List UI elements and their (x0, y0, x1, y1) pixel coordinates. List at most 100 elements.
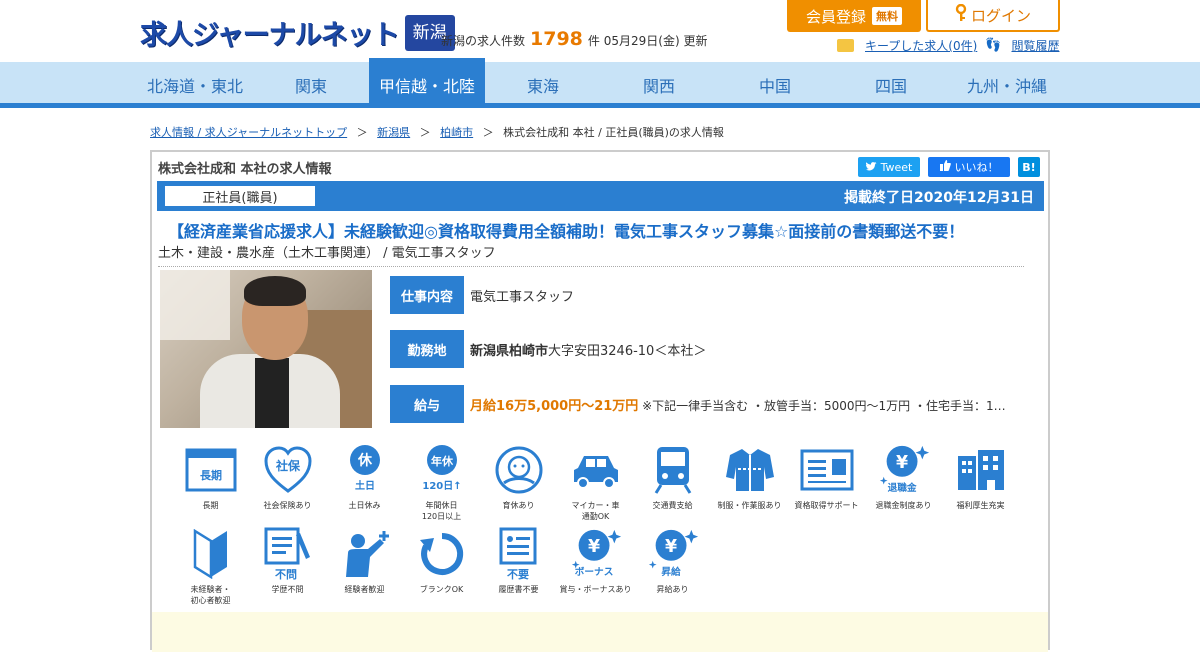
social-insurance-icon: 社保 (260, 442, 316, 498)
nav-item[interactable]: 甲信越・北陸 (369, 58, 485, 108)
job-status-bar: 正社員(職員) 掲載終了日2020年12月31日 (157, 181, 1044, 211)
twitter-bird-icon (865, 161, 877, 174)
breadcrumb-sep: ＞ (482, 126, 494, 139)
info-value: 電気工事スタッフ (470, 289, 575, 305)
feature-item: ¥ 昇給昇給あり (634, 526, 711, 610)
bottom-section (152, 612, 1048, 652)
free-badge: 無料 (872, 7, 902, 25)
feature-icons: 長期 長期 社保 社会保険あり休土日 土日休み 年休 120日↑ 年間休日 120日以上 育休あ… (172, 442, 1032, 610)
raise-icon: ¥ 昇給 (645, 526, 701, 582)
feature-label: 交通費支給 (652, 501, 693, 510)
breadcrumb-sep: ＞ (356, 126, 368, 139)
svg-text:不要: 不要 (507, 568, 529, 581)
svg-text:休: 休 (357, 452, 373, 469)
feature-label: 履歴書不要 (498, 585, 539, 594)
feature-label: 賞与・ボーナスあり (559, 585, 632, 594)
info-label: 給与 (390, 385, 464, 423)
nav-item[interactable]: 北海道・東北 (137, 62, 253, 108)
svg-text:社保: 社保 (274, 458, 300, 473)
job-category: 土木・建設・農水産（土木工事関連） / 電気工事スタッフ (158, 246, 496, 261)
uniform-icon (722, 442, 778, 498)
employment-type: 正社員(職員) (165, 186, 315, 206)
svg-text:年休: 年休 (431, 454, 454, 468)
breadcrumb-item-prefecture[interactable]: 新潟県 (377, 126, 410, 139)
beginner-icon (183, 526, 239, 582)
svg-text:不問: 不問 (275, 568, 297, 581)
long-term-icon: 長期 (183, 442, 239, 498)
feature-item: 不問 学歴不問 (249, 526, 326, 610)
job-detail-panel: 株式会社成和 本社の求人情報 Tweet いいね！ B! 正社員(職員) 掲載終… (150, 150, 1050, 652)
svg-text:昇給: 昇給 (661, 566, 681, 578)
feature-item: 制服・作業服あり (711, 442, 788, 526)
feature-label: マイカー・車 通勤OK (571, 501, 620, 521)
feature-item: 未経験者・ 初心者歓迎 (172, 526, 249, 610)
info-row-salary: 給与 月給16万5,000円～21万円 ※下記一律手当含む ・放管手当：5000… (390, 385, 1006, 423)
feature-label: ブランクOK (419, 585, 464, 594)
breadcrumb-item-city[interactable]: 柏崎市 (440, 126, 473, 139)
bonus-icon: ¥ ボーナス (568, 526, 624, 582)
feature-label: 長期 (202, 501, 219, 510)
nav-item[interactable]: 四国 (833, 62, 949, 108)
nav-item[interactable]: 中国 (717, 62, 833, 108)
hatena-bookmark-button[interactable]: B! (1018, 157, 1040, 177)
thumbs-up-icon (939, 160, 951, 174)
posting-end-date: 掲載終了日2020年12月31日 (844, 190, 1034, 206)
svg-text:¥: ¥ (665, 537, 677, 557)
nav-item[interactable]: 東海 (485, 62, 601, 108)
history-link[interactable]: 閲覧履歴 (1011, 37, 1059, 54)
divider (158, 266, 1024, 267)
welfare-icon (953, 442, 1009, 498)
svg-text:¥: ¥ (896, 453, 908, 473)
location-city: 新潟県柏崎市 (470, 343, 549, 359)
feature-item: 休土日 土日休み (326, 442, 403, 526)
feature-item: 年休 120日↑ 年間休日 120日以上 (403, 442, 480, 526)
location-address: 大字安田3246-10＜本社＞ (548, 343, 707, 359)
svg-text:土日: 土日 (355, 479, 375, 492)
feature-item: ¥ 退職金 退職金制度あり (865, 442, 942, 526)
site-header: 求人ジャーナルネット 新潟 新潟の求人件数 1798 件 05月29日(金) 更… (0, 0, 1200, 62)
feature-label: 学歴不問 (271, 585, 304, 594)
facebook-like-button[interactable]: いいね！ (928, 157, 1010, 177)
feature-label: 土日休み (348, 501, 381, 510)
site-logo[interactable]: 求人ジャーナルネット 新潟 (140, 13, 455, 52)
feature-label: 福利厚生充実 (956, 501, 1005, 510)
nav-item[interactable]: 関東 (253, 62, 369, 108)
login-button[interactable]: ログイン (926, 0, 1060, 32)
kept-jobs-link[interactable]: キープした求人(0件) (865, 37, 977, 54)
feature-label: 社会保険あり (263, 501, 312, 510)
salary-amount: 月給16万5,000円～21万円 (470, 398, 639, 414)
nav-item[interactable]: 九州・沖縄 (949, 62, 1065, 108)
login-label: ログイン (970, 6, 1031, 25)
feature-item: 資格取得サポート (788, 442, 865, 526)
feature-item: 育休あり (480, 442, 557, 526)
job-title: 【経済産業省応援求人】未経験歓迎◎資格取得費用全額補助！電気工事スタッフ募集☆面… (168, 222, 965, 241)
feature-item: マイカー・車 通勤OK (557, 442, 634, 526)
salary-note: ※下記一律手当含む ・放管手当：5000円～1万円 ・住宅手当：1… (638, 398, 1006, 413)
tweet-label: Tweet (880, 160, 913, 174)
key-icon (955, 3, 967, 26)
retirement-allowance-icon: ¥ 退職金 (876, 442, 932, 498)
svg-text:¥: ¥ (588, 537, 600, 557)
nav-item[interactable]: 関西 (601, 62, 717, 108)
breadcrumb-sep: ＞ (419, 126, 431, 139)
feature-item: ブランクOK (403, 526, 480, 610)
breadcrumb-item-top[interactable]: 求人情報 / 求人ジャーナルネットトップ (150, 126, 347, 139)
tweet-button[interactable]: Tweet (858, 157, 920, 177)
feature-item: 社保 社会保険あり (249, 442, 326, 526)
car-commute-icon (568, 442, 624, 498)
feature-item: 長期 長期 (172, 442, 249, 526)
feature-item: ¥ ボーナス賞与・ボーナスあり (557, 526, 634, 610)
feature-label: 昇給あり (656, 585, 689, 594)
job-photo (160, 270, 372, 428)
info-label: 仕事内容 (390, 276, 464, 314)
footprint-icon: 👣 (985, 38, 1002, 53)
feature-label: 資格取得サポート (794, 501, 859, 510)
education-any-icon: 不問 (260, 526, 316, 582)
svg-text:120日↑: 120日↑ (422, 480, 461, 492)
register-button[interactable]: 会員登録 無料 (787, 0, 921, 32)
svg-text:長期: 長期 (200, 468, 222, 482)
childcare-leave-icon (491, 442, 547, 498)
job-count-suffix: 件 05月29日(金) 更新 (587, 34, 708, 48)
register-label: 会員登録 (805, 7, 866, 26)
breadcrumb-current: 株式会社成和 本社 / 正社員(職員)の求人情報 (503, 126, 724, 139)
